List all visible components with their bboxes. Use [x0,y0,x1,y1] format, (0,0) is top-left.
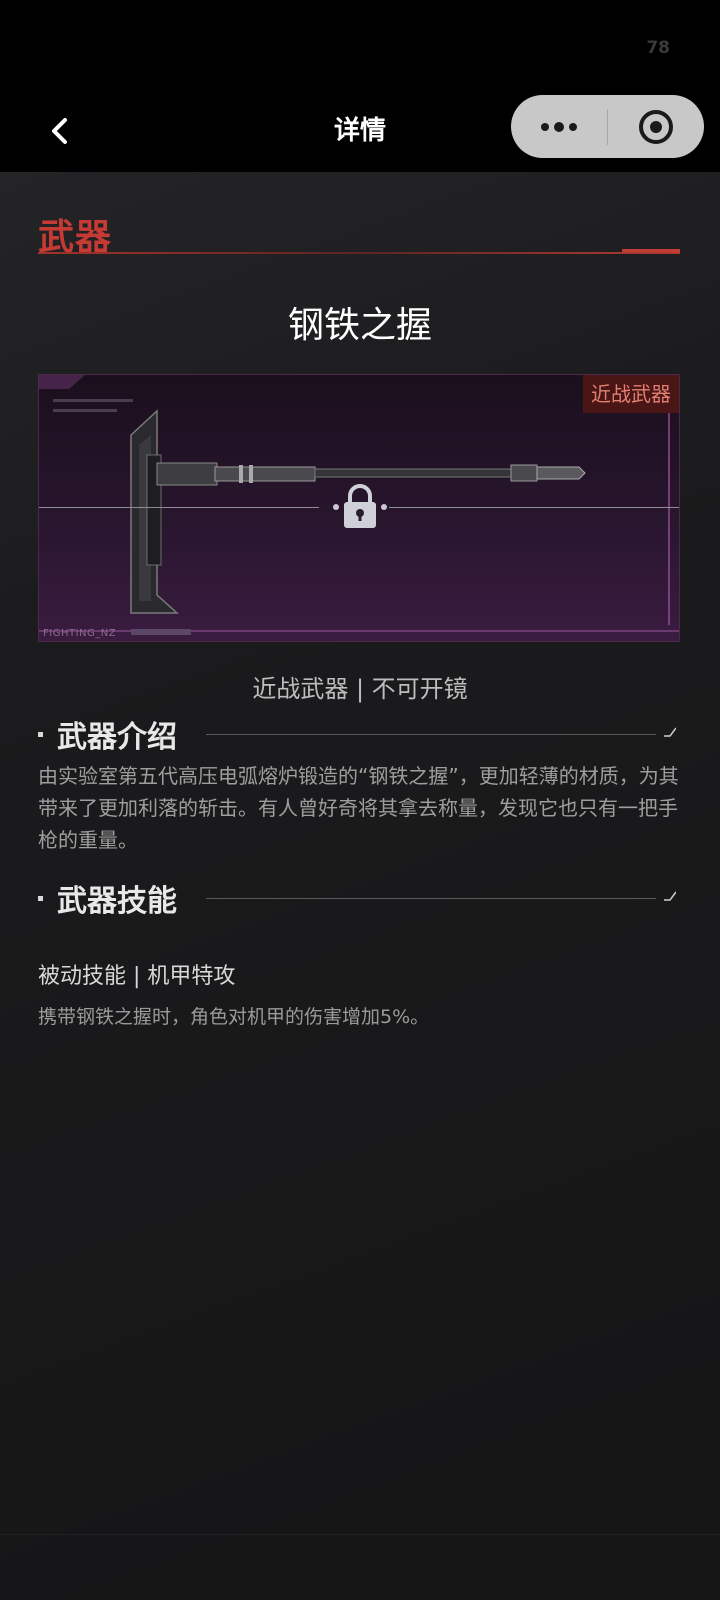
intro-heading-text: 武器介绍 [57,720,177,755]
corner-mark-icon [664,891,676,901]
lock-icon [333,484,387,528]
card-footer-label: FIGHTING_NZ [43,628,117,639]
section-divider [38,252,680,254]
content-area: 武器 钢铁之握 近战武器 FIGHTING_NZ 近战武器 | 不可开镜 武器介… [0,172,720,1600]
target-icon [639,109,673,144]
lock-line-right [389,507,679,508]
status-number: 78 [646,38,670,58]
more-button[interactable] [511,95,607,158]
weapon-preview-card: 近战武器 FIGHTING_NZ [38,374,680,642]
more-dots-icon [541,121,577,132]
skill-heading: 武器技能 [38,876,177,920]
weapon-type-tag: 近战武器 [583,375,679,413]
skill-heading-text: 武器技能 [57,884,177,919]
intro-text: 由实验室第五代高压电弧熔炉锻造的“钢铁之握”，更加轻薄的材质，为其带来了更加利落… [38,764,679,852]
intro-heading-line [206,734,656,735]
bottom-divider [0,1534,720,1535]
lock-line-left [39,507,319,508]
weapon-sub-info: 近战武器 | 不可开镜 [252,675,468,703]
section-divider-accent [622,249,680,252]
intro-heading: 武器介绍 [38,712,177,756]
skill-title: 被动技能 | 机甲特攻 [38,964,236,989]
heading-bullet [38,731,43,737]
heading-bullet [38,895,43,901]
mini-program-capsule [511,95,704,158]
status-bar: 78 [0,0,720,90]
skill-description: 携带钢铁之握时，角色对机甲的伤害增加5%。 [38,1006,430,1028]
weapon-name: 钢铁之握 [287,305,432,346]
close-button[interactable] [608,95,704,158]
skill-heading-line [206,898,656,899]
corner-mark-icon [664,727,676,737]
